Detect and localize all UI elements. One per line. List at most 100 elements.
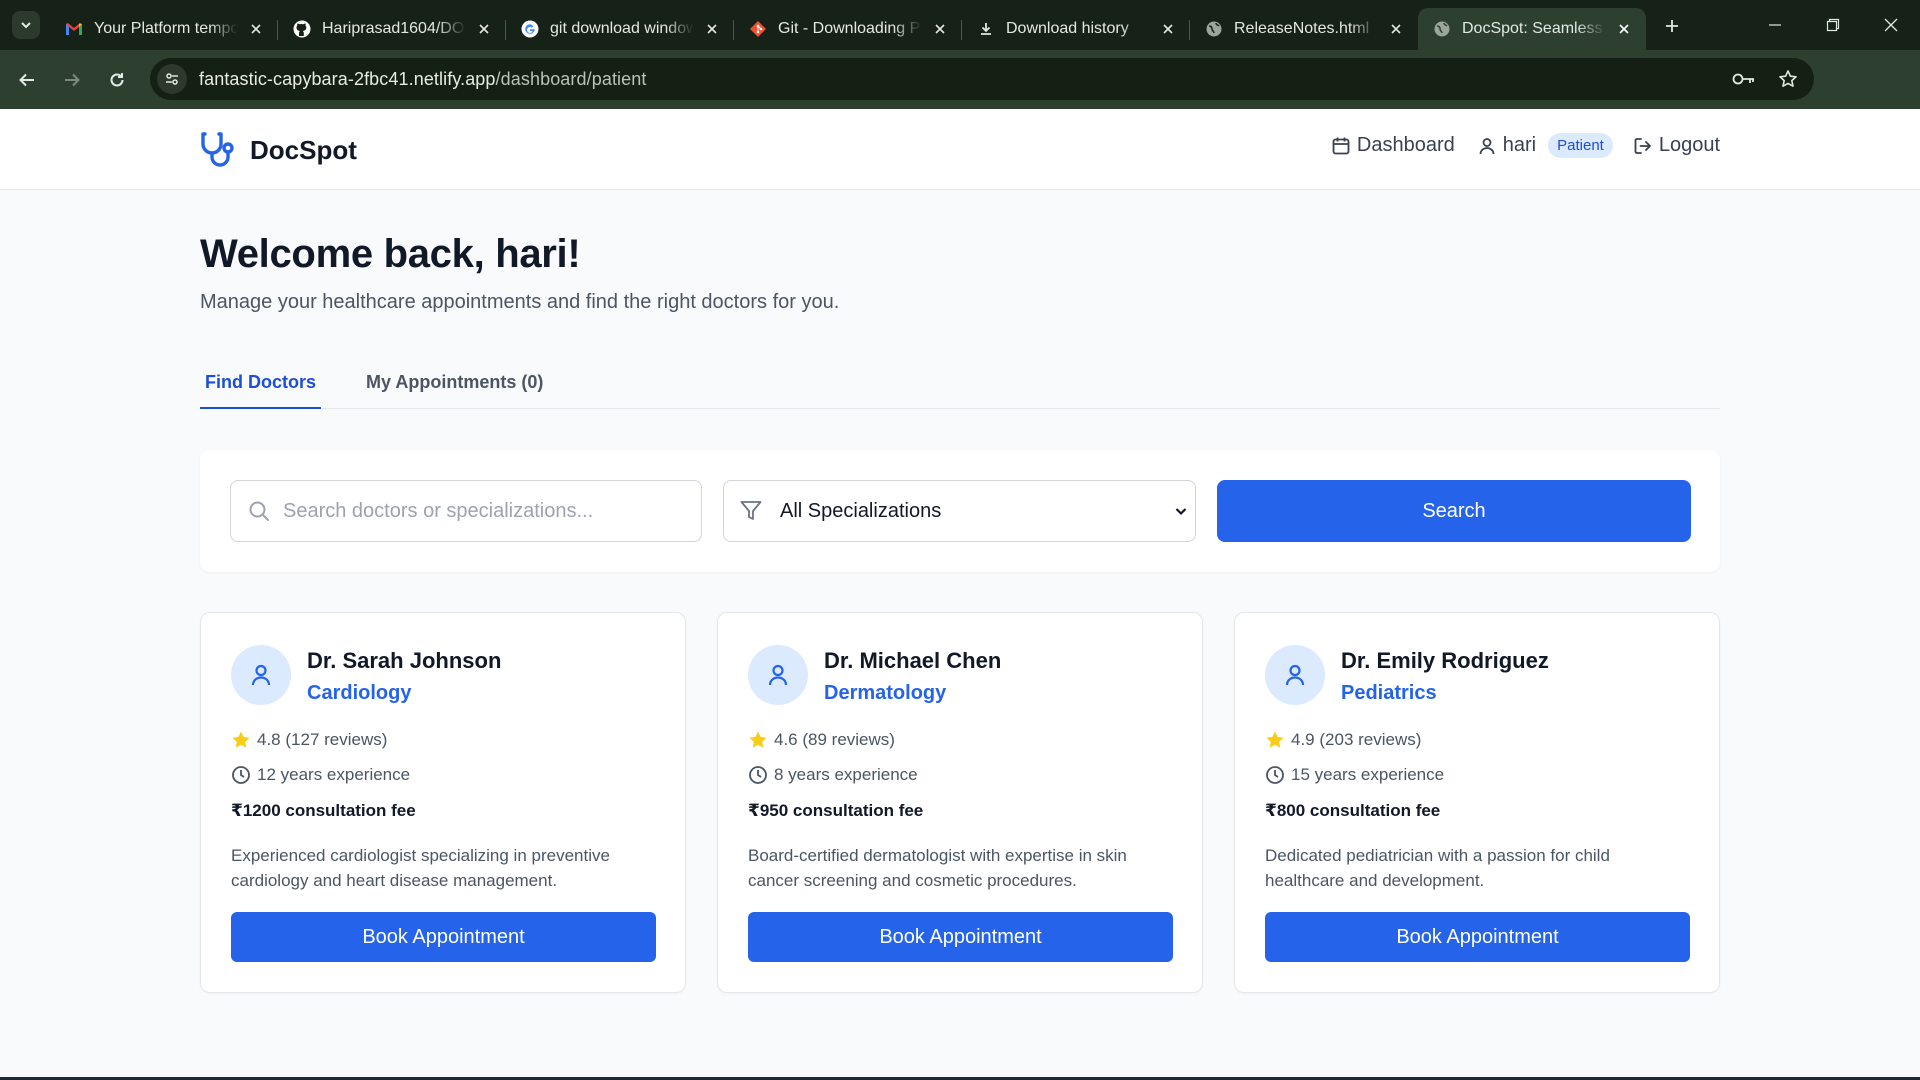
doctor-name: Dr. Sarah Johnson: [307, 648, 502, 673]
reload-icon: [110, 72, 124, 86]
star-icon: [231, 730, 251, 750]
page-subtitle: Manage your healthcare appointments and …: [200, 291, 840, 313]
tab-find-doctors[interactable]: Find Doctors: [200, 360, 321, 409]
doctor-card: Dr. Michael Chen Dermatology 4.6 (89 rev…: [717, 612, 1203, 993]
close-icon[interactable]: [1614, 19, 1634, 39]
minimize-button[interactable]: [1746, 0, 1804, 50]
doctor-card: Dr. Emily Rodriguez Pediatrics 4.9 (203 …: [1234, 612, 1720, 993]
clock-icon: [748, 765, 768, 785]
new-tab-button[interactable]: [1654, 8, 1690, 44]
forward-button[interactable]: [54, 62, 90, 98]
browser-tab[interactable]: Your Platform temporarily unavailable: [50, 8, 278, 50]
doctor-rating: 4.8 (127 reviews): [231, 730, 387, 750]
close-icon[interactable]: [1386, 19, 1406, 39]
doctor-specialization: Dermatology: [824, 682, 947, 704]
tab-my-appointments[interactable]: My Appointments (0): [361, 360, 548, 409]
close-icon[interactable]: [474, 19, 494, 39]
close-icon[interactable]: [930, 19, 950, 39]
rating-value: 4.9: [1291, 730, 1315, 749]
doctor-experience: 12 years experience: [231, 765, 410, 785]
site-info-button[interactable]: [157, 64, 187, 94]
bookmark-button[interactable]: [1770, 61, 1806, 97]
experience-text: 15 years experience: [1291, 765, 1445, 784]
book-appointment-button[interactable]: Book Appointment: [748, 912, 1173, 962]
url-host: fantastic-capybara-2fbc41.netlify.app: [199, 68, 496, 89]
search-field[interactable]: [230, 480, 702, 542]
tab-title: Hariprasad1604/DOCSPOT: [322, 20, 466, 37]
close-window-button[interactable]: [1862, 0, 1920, 50]
chevron-down-icon: [1171, 501, 1191, 521]
consultation-fee: ₹950 consultation fee: [748, 801, 924, 820]
back-button[interactable]: [9, 62, 45, 98]
doctor-avatar: [748, 645, 808, 705]
doctor-rating: 4.6 (89 reviews): [748, 730, 895, 750]
restore-button[interactable]: [1804, 0, 1862, 50]
brand-logo[interactable]: DocSpot: [200, 131, 357, 169]
download-icon: [976, 19, 996, 39]
browser-tab-bar: Your Platform temporarily unavailable Ha…: [0, 0, 1920, 50]
calendar-icon: [1331, 136, 1351, 156]
close-icon[interactable]: [246, 19, 266, 39]
url-path: /dashboard/patient: [495, 68, 647, 89]
tab-title: Git - Downloading Package: [778, 20, 922, 37]
page-viewport: DocSpot Dashboard hari Patient Logout We…: [0, 109, 1920, 1080]
search-input[interactable]: [283, 499, 683, 523]
chevron-down-icon: [21, 22, 31, 29]
doctor-avatar: [1265, 645, 1325, 705]
brand-name: DocSpot: [250, 134, 357, 165]
arrow-left-icon: [19, 73, 34, 86]
consultation-fee: ₹1200 consultation fee: [231, 801, 416, 820]
doctor-description: Board-certified dermatologist with exper…: [748, 846, 1127, 890]
doctor-rating: 4.9 (203 reviews): [1265, 730, 1421, 750]
browser-tab[interactable]: git download windows - Google Search: [506, 8, 734, 50]
search-icon: [247, 499, 271, 523]
doctor-experience: 15 years experience: [1265, 765, 1444, 785]
browser-tab[interactable]: Git - Downloading Package: [734, 8, 962, 50]
logout-icon: [1633, 136, 1653, 156]
address-bar[interactable]: fantastic-capybara-2fbc41.netlify.app/da…: [150, 58, 1814, 100]
browser-tab[interactable]: Download history: [962, 8, 1190, 50]
tab-strip: Your Platform temporarily unavailable Ha…: [50, 0, 1690, 50]
close-icon[interactable]: [702, 19, 722, 39]
main-content: Welcome back, hari! Manage your healthca…: [200, 190, 1720, 993]
nav-dashboard[interactable]: Dashboard: [1331, 134, 1455, 157]
rating-value: 4.6: [774, 730, 798, 749]
url-text[interactable]: fantastic-capybara-2fbc41.netlify.app/da…: [199, 69, 646, 90]
arrow-right-icon: [65, 73, 80, 86]
role-badge: Patient: [1548, 133, 1613, 158]
tune-icon: [166, 73, 178, 85]
review-count: (203 reviews): [1319, 730, 1422, 749]
globe-icon: [1204, 19, 1224, 39]
doctor-avatar: [231, 645, 291, 705]
review-count: (89 reviews): [802, 730, 895, 749]
doctor-card: Dr. Sarah Johnson Cardiology 4.8 (127 re…: [200, 612, 686, 993]
experience-text: 12 years experience: [257, 765, 411, 784]
review-count: (127 reviews): [285, 730, 388, 749]
page-title: Welcome back, hari!: [200, 232, 581, 276]
book-appointment-button[interactable]: Book Appointment: [1265, 912, 1690, 962]
doctor-description: Dedicated pediatrician with a passion fo…: [1265, 846, 1610, 890]
logout-button[interactable]: Logout: [1633, 134, 1720, 157]
search-button[interactable]: Search: [1217, 480, 1691, 542]
star-icon: [748, 730, 768, 750]
doctor-experience: 8 years experience: [748, 765, 918, 785]
user-icon: [1285, 664, 1305, 686]
google-icon: [520, 19, 540, 39]
tab-search-button[interactable]: [12, 11, 40, 39]
site-header: DocSpot Dashboard hari Patient Logout: [0, 109, 1920, 190]
close-icon[interactable]: [1158, 19, 1178, 39]
consultation-fee: ₹800 consultation fee: [1265, 801, 1441, 820]
header-nav: Dashboard hari Patient Logout: [1331, 133, 1720, 158]
specialization-select[interactable]: All Specializations: [723, 480, 1196, 542]
book-appointment-button[interactable]: Book Appointment: [231, 912, 656, 962]
password-manager-button[interactable]: [1726, 61, 1762, 97]
browser-tab-active[interactable]: DocSpot: Seamless Healthcare: [1418, 8, 1646, 50]
tab-title: ReleaseNotes.html: [1234, 20, 1370, 37]
clock-icon: [231, 765, 251, 785]
browser-tab[interactable]: Hariprasad1604/DOCSPOT: [278, 8, 506, 50]
doctor-name: Dr. Michael Chen: [824, 648, 1002, 673]
browser-tab[interactable]: ReleaseNotes.html: [1190, 8, 1418, 50]
user-icon: [1477, 136, 1497, 156]
reload-button[interactable]: [99, 62, 135, 98]
tab-title: Your Platform temporarily unavailable: [94, 20, 238, 37]
